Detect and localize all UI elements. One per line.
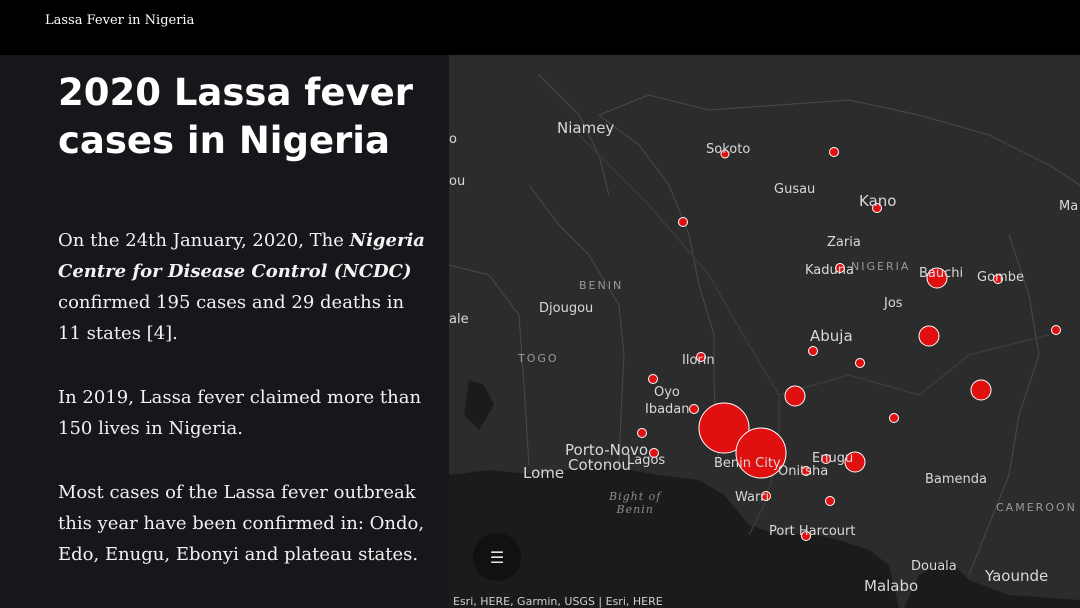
case-marker: [970, 379, 992, 401]
map-label-kaduna: Kaduna: [805, 263, 854, 278]
map-label-port-harcourt: Port Harcourt: [769, 524, 856, 539]
map-label-yaounde: Yaounde: [985, 567, 1049, 585]
map-label-gusau: Gusau: [774, 182, 816, 197]
story-panel: 2020 Lassa fever cases in Nigeria On the…: [0, 55, 449, 608]
paragraph-ncdc: On the 24th January, 2020, The Nigeria C…: [58, 225, 428, 349]
map-label-douala: Douala: [911, 559, 957, 574]
case-marker: [637, 428, 647, 438]
map-label-lagos: Lagos: [627, 453, 666, 468]
paragraph-states: Most cases of the Lassa fever outbreak t…: [58, 482, 425, 565]
case-marker: [1051, 325, 1061, 335]
map-label-edge-ma: Ma: [1059, 199, 1079, 214]
basemap: [449, 74, 1080, 608]
country-label-togo: TOGO: [518, 352, 559, 365]
map-label-abuja: Abuja: [810, 327, 853, 345]
p1-text-end: confirmed 195 cases and 29 deaths in 11 …: [58, 292, 405, 344]
map-label-kano: Kano: [859, 192, 897, 210]
list-icon: ☰: [489, 547, 505, 567]
case-marker: [689, 404, 699, 414]
map-label-malabo: Malabo: [864, 577, 919, 595]
map-label-jos: Jos: [884, 296, 903, 311]
map-label-bamenda: Bamenda: [925, 472, 988, 487]
map-label-lome: Lome: [523, 464, 565, 482]
map-label-niamey: Niamey: [557, 119, 615, 137]
map-label-edge-ou: ou: [449, 174, 466, 189]
map-label-onitsha: Onitsha: [778, 464, 829, 479]
country-label-benin: BENIN: [579, 279, 624, 292]
map-label-ilorin: Ilorin: [682, 353, 715, 368]
legend-button[interactable]: ☰: [473, 533, 521, 581]
map-label-ibadan: Ibadan: [645, 402, 690, 417]
map-attribution: Esri, HERE, Garmin, USGS | Esri, HERE: [453, 595, 663, 608]
map-label-sokoto: Sokoto: [706, 142, 751, 157]
map-label-gombe: Gombe: [977, 270, 1024, 285]
map-label-warri: Warri: [735, 490, 770, 505]
case-marker: [918, 325, 940, 347]
water-label-bight-of-benin: Bight of Benin: [609, 490, 662, 516]
case-marker: [829, 147, 839, 157]
case-marker: [678, 217, 688, 227]
country-label-cameroon: CAMEROON: [996, 501, 1077, 514]
map-label-djougou: Djougou: [539, 301, 594, 316]
map-label-zaria: Zaria: [827, 235, 861, 250]
case-marker: [889, 413, 899, 423]
map-label-benin-city: Benin City: [714, 456, 781, 471]
case-marker: [808, 346, 818, 356]
map-label-bauchi: Bauchi: [919, 266, 964, 281]
case-marker: [825, 496, 835, 506]
map-view[interactable]: o ou ale Ma Niamey Sokoto Gusau Kano Zar…: [449, 55, 1080, 608]
story-headline: 2020 Lassa fever cases in Nigeria: [58, 71, 413, 162]
case-marker: [648, 374, 658, 384]
case-marker: [855, 358, 865, 368]
paragraph-2019: In 2019, Lassa fever claimed more than 1…: [58, 387, 422, 439]
map-label-edge-o: o: [449, 132, 457, 147]
map-label-edge-ale: ale: [449, 312, 469, 327]
map-label-oyo: Oyo: [654, 385, 680, 400]
app-title: Lassa Fever in Nigeria: [45, 13, 195, 28]
country-label-nigeria: NIGERIA: [851, 260, 911, 273]
p1-text-start: On the 24th January, 2020, The: [58, 230, 350, 251]
case-marker: [784, 385, 806, 407]
top-bar: Lassa Fever in Nigeria: [0, 0, 1080, 55]
lake: [464, 380, 494, 430]
map-label-cotonou: Cotonou: [568, 456, 631, 474]
